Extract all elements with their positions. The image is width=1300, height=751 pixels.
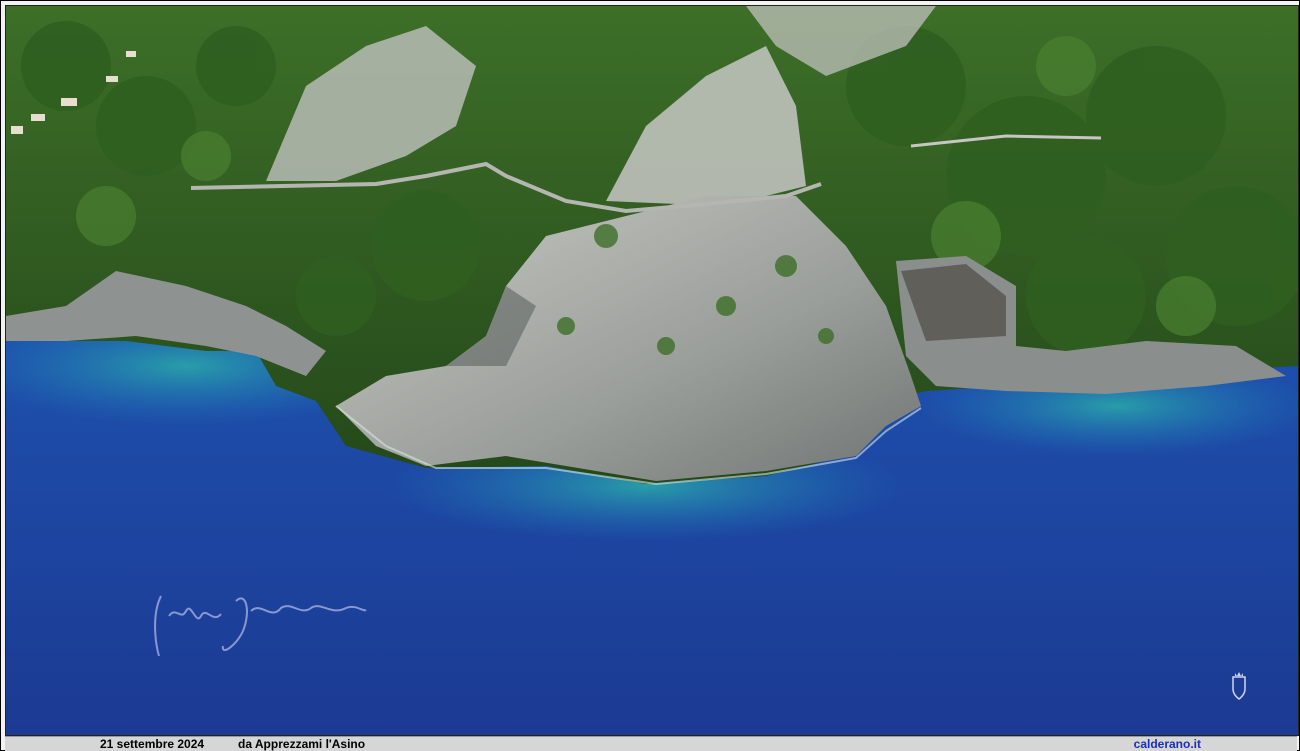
caption-title: da Apprezzami l'Asino	[238, 737, 366, 751]
caption-site-link[interactable]: calderano.it	[1134, 737, 1201, 751]
photo-frame: 21 settembre 2024 da Apprezzami l'Asino …	[0, 0, 1300, 751]
signature-icon	[154, 595, 367, 657]
caption-date: 21 settembre 2024	[100, 737, 205, 751]
caption-bar: 21 settembre 2024 da Apprezzami l'Asino …	[5, 736, 1297, 751]
crest-icon	[1232, 672, 1246, 700]
